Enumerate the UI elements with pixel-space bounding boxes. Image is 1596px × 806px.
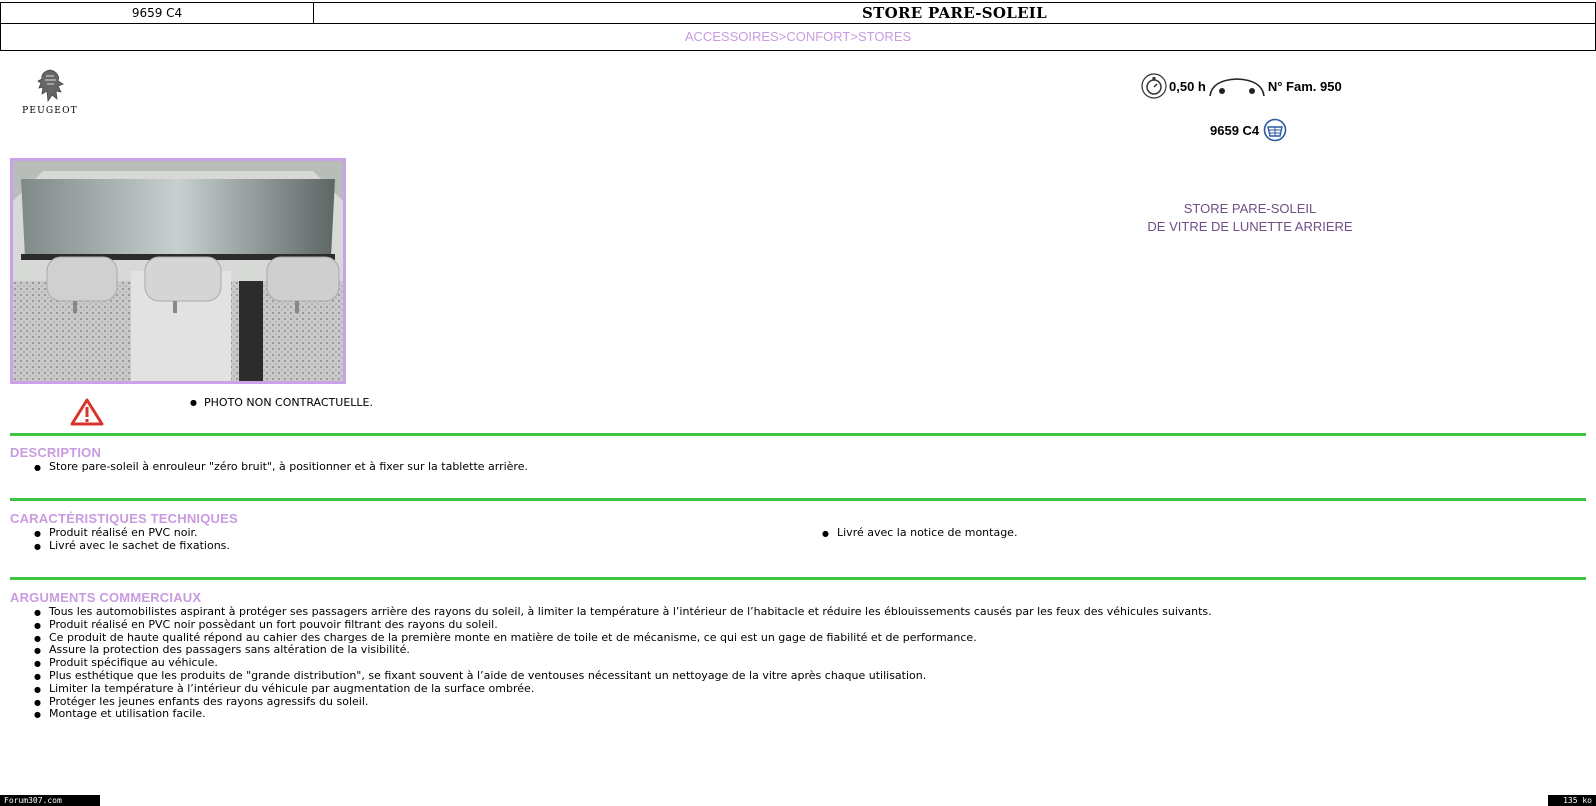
family-number: N° Fam. 950 <box>1267 78 1342 94</box>
list-item: Livré avec la notice de montage. <box>822 526 1017 540</box>
photo-disclaimer: PHOTO NON CONTRACTUELLE. <box>190 396 1596 410</box>
header-table: 9659 C4 STORE PARE-SOLEIL <box>0 2 1596 24</box>
product-title-line2: DE VITRE DE LUNETTE ARRIERE <box>1147 219 1353 234</box>
list-item: Protéger les jeunes enfants des rayons a… <box>34 695 1212 709</box>
page-title: STORE PARE-SOLEIL <box>862 4 1047 22</box>
basket-icon <box>1263 118 1287 142</box>
labour-time: 0,50 h <box>1169 78 1206 94</box>
list-item: Livré avec le sachet de fixations. <box>34 539 230 553</box>
section-divider <box>10 577 1586 580</box>
list-item: Montage et utilisation facile. <box>34 708 1212 722</box>
product-title: STORE PARE-SOLEIL DE VITRE DE LUNETTE AR… <box>1130 200 1370 236</box>
section-divider <box>10 433 1586 436</box>
warning-icon <box>70 398 104 430</box>
footer-size-label: 135 ko <box>1548 795 1596 806</box>
list-item: Limiter la température à l’intérieur du … <box>34 682 1212 696</box>
product-title-line1: STORE PARE-SOLEIL <box>1183 201 1317 216</box>
list-item: Produit réalisé en PVC noir. <box>34 526 230 540</box>
spec-reference: 9659 C4 <box>1210 122 1260 138</box>
lion-icon <box>37 69 64 103</box>
peugeot-logo: PEUGEOT <box>12 68 88 116</box>
technical-list-left: Produit réalisé en PVC noir. Livré avec … <box>34 526 230 553</box>
description-title: DESCRIPTION <box>10 445 102 460</box>
product-photo <box>10 158 346 384</box>
rear-seat-sunshade-image <box>13 161 343 381</box>
family-arc-icon <box>1209 78 1265 97</box>
technical-title: CARACTÉRISTIQUES TECHNIQUES <box>10 511 238 526</box>
breadcrumb[interactable]: ACCESSOIRES>CONFORT>STORES <box>0 23 1596 51</box>
list-item: Store pare-soleil à enrouleur "zéro brui… <box>34 460 528 474</box>
section-divider <box>10 498 1586 501</box>
footer-site-label: Forum307.com <box>0 795 100 806</box>
header-reference: 9659 C4 <box>1 3 314 23</box>
spec-row: 0,50 h N° Fam. 950 <box>1141 72 1342 100</box>
commercial-title: ARGUMENTS COMMERCIAUX <box>10 590 202 605</box>
technical-list-right: Livré avec la notice de montage. <box>822 526 1017 540</box>
list-item: Produit réalisé en PVC noir possèdant un… <box>34 618 1212 632</box>
list-item: Tous les automobilistes aspirant à proté… <box>34 605 1212 619</box>
spec-reference-row: 9659 C4 <box>1210 118 1287 142</box>
list-item: Plus esthétique que les produits de "gra… <box>34 669 1212 683</box>
brand-name: PEUGEOT <box>22 106 78 116</box>
commercial-list: Tous les automobilistes aspirant à proté… <box>34 605 1212 722</box>
stopwatch-icon <box>1141 73 1167 99</box>
description-list: Store pare-soleil à enrouleur "zéro brui… <box>34 460 528 474</box>
